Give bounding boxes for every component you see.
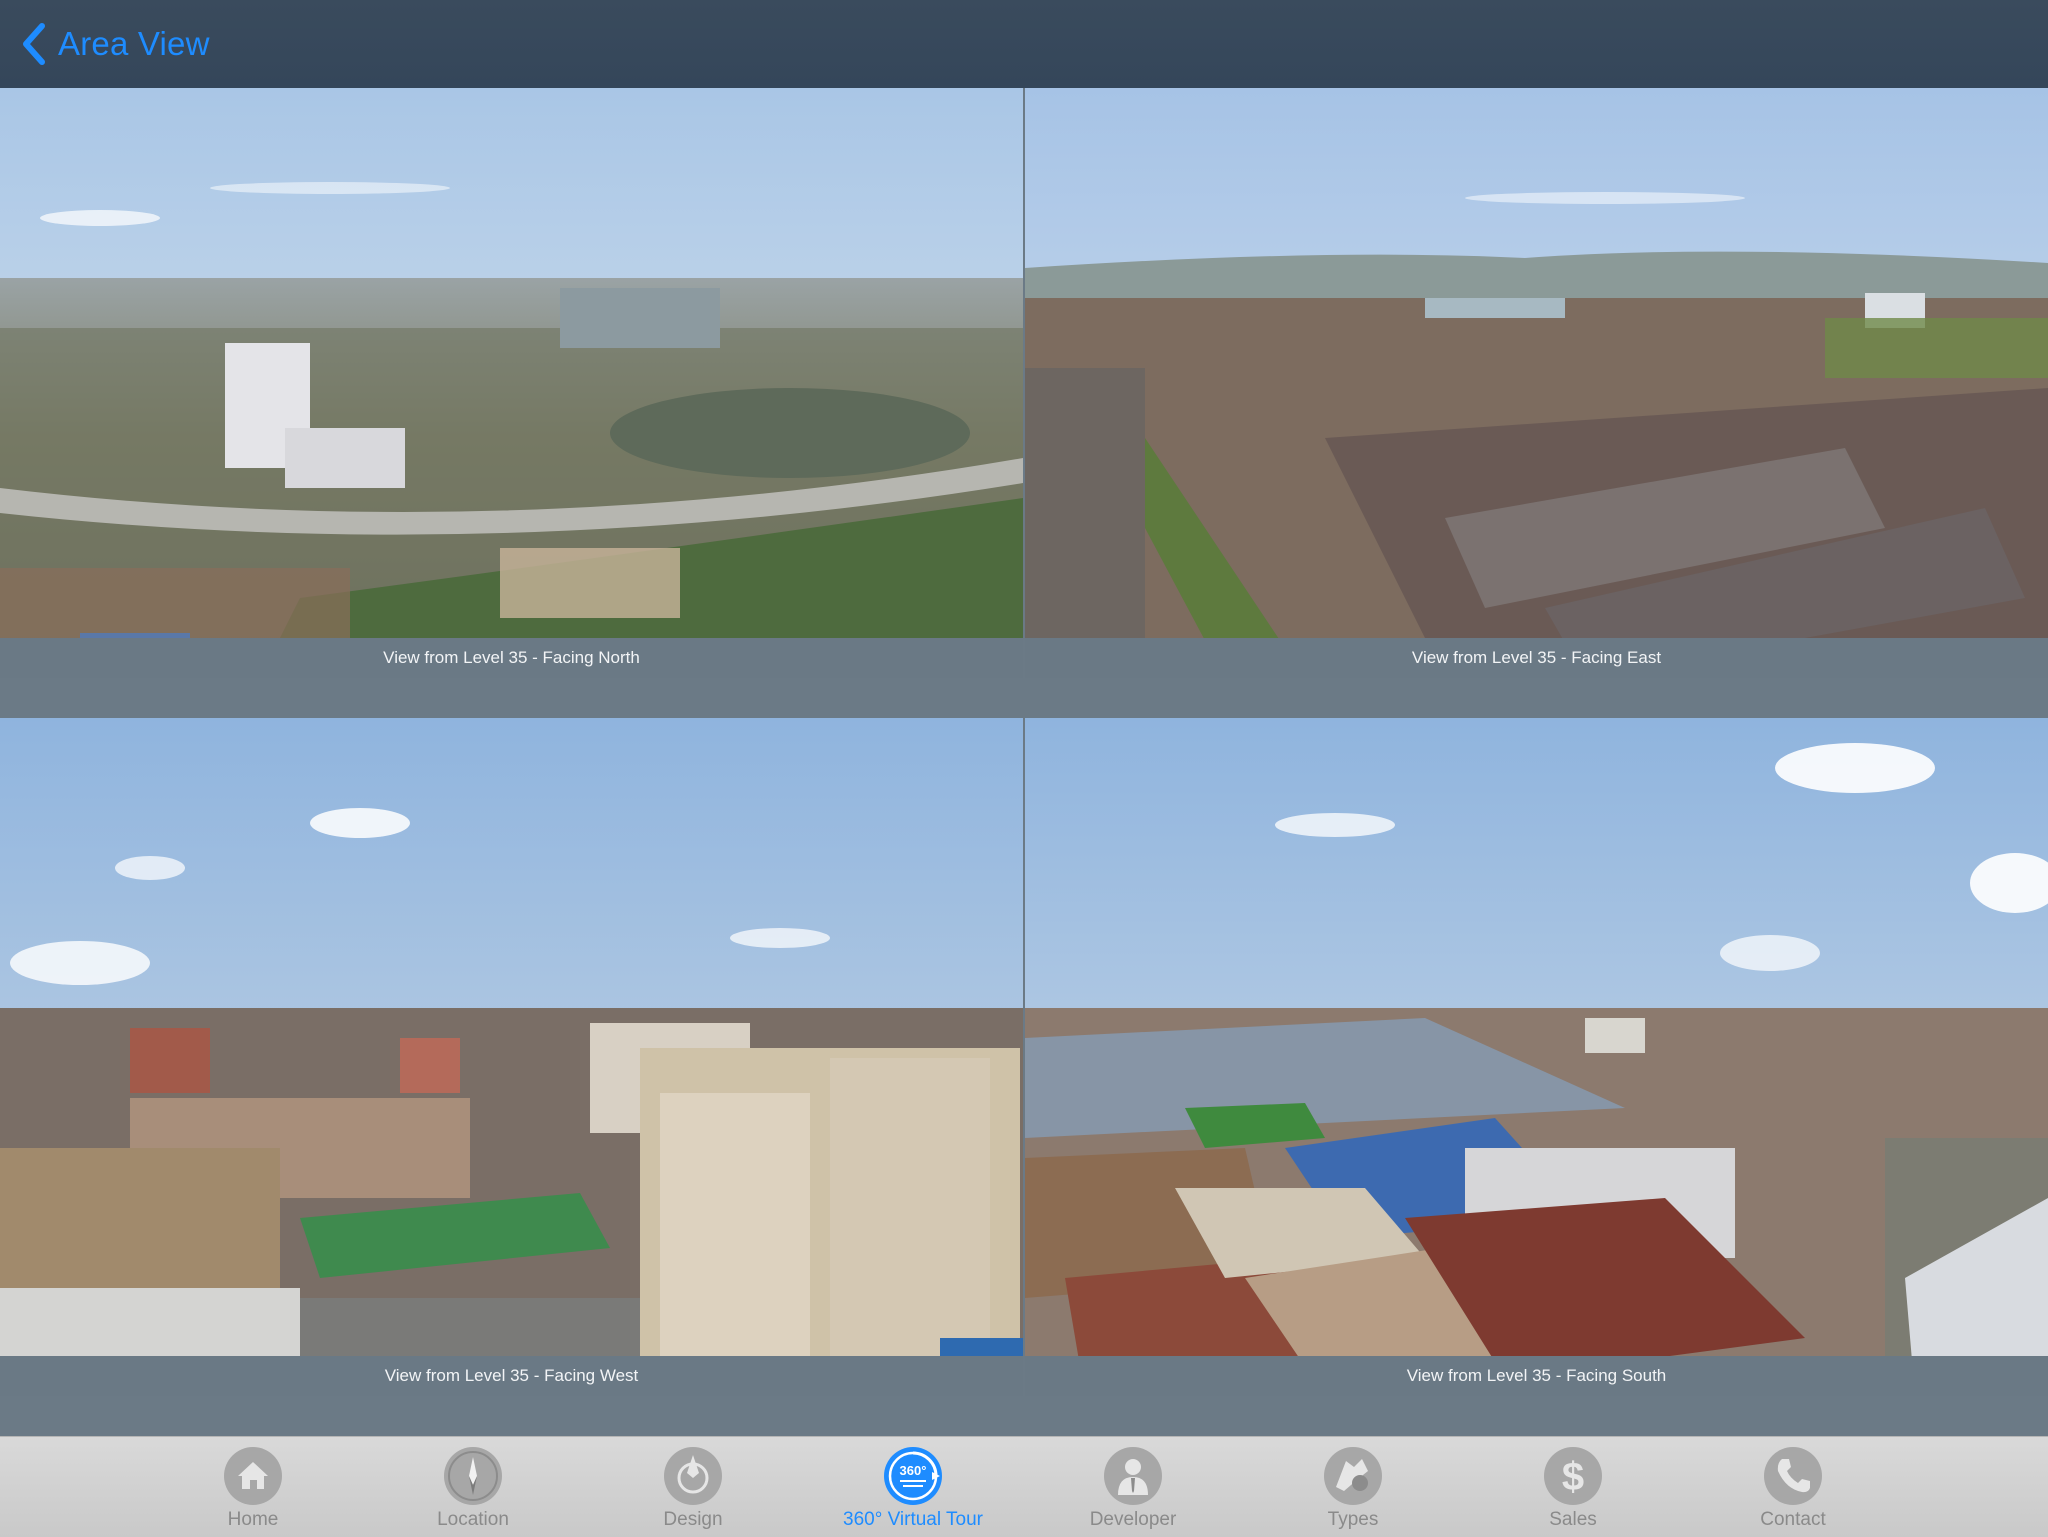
tab-types[interactable]: Types — [1253, 1437, 1453, 1537]
tab-360-virtual-tour[interactable]: 360° 360° Virtual Tour — [813, 1437, 1013, 1537]
design-icon — [664, 1447, 722, 1505]
tab-location[interactable]: Location — [373, 1437, 573, 1537]
tab-360-virtual-tour-label: 360° Virtual Tour — [843, 1509, 983, 1530]
view-caption: View from Level 35 - Facing South — [1025, 1356, 2048, 1396]
view-south-image[interactable]: View from Level 35 - Facing South — [1025, 718, 2048, 1396]
view-north-image[interactable]: View from Level 35 - Facing North — [0, 88, 1023, 678]
tab-design-label: Design — [663, 1509, 723, 1530]
tab-home[interactable]: Home — [153, 1437, 353, 1537]
tab-home-label: Home — [227, 1509, 279, 1530]
sales-icon: $ — [1544, 1447, 1602, 1505]
tab-bar: Home Location Design 360° 360° Virtual T — [0, 1436, 2048, 1537]
360-badge-text: 360° — [900, 1463, 927, 1478]
location-icon — [444, 1447, 502, 1505]
view-west-image[interactable]: View from Level 35 - Facing West — [0, 718, 1023, 1396]
developer-icon — [1104, 1447, 1162, 1505]
tab-contact-label: Contact — [1760, 1509, 1826, 1530]
types-icon — [1324, 1447, 1382, 1505]
360-virtual-tour-icon: 360° — [884, 1447, 942, 1505]
chevron-left-icon — [23, 23, 45, 65]
tab-location-label: Location — [437, 1509, 509, 1530]
tab-contact[interactable]: Contact — [1693, 1437, 1893, 1537]
dollar-glyph: $ — [1562, 1455, 1584, 1499]
tab-design[interactable]: Design — [593, 1437, 793, 1537]
navigation-bar: Area View — [0, 0, 2048, 88]
tab-sales[interactable]: $ Sales — [1473, 1437, 1673, 1537]
back-button[interactable]: Area View — [20, 20, 210, 68]
tab-sales-label: Sales — [1549, 1509, 1597, 1530]
contact-icon — [1764, 1447, 1822, 1505]
view-caption: View from Level 35 - Facing East — [1025, 638, 2048, 678]
back-button-label: Area View — [58, 25, 210, 62]
home-icon — [224, 1447, 282, 1505]
tab-developer-label: Developer — [1089, 1509, 1177, 1530]
view-caption: View from Level 35 - Facing West — [0, 1356, 1023, 1396]
view-caption: View from Level 35 - Facing North — [0, 638, 1023, 678]
tab-developer[interactable]: Developer — [1033, 1437, 1233, 1537]
view-east-image[interactable]: View from Level 35 - Facing East — [1025, 88, 2048, 678]
tab-types-label: Types — [1327, 1509, 1379, 1530]
